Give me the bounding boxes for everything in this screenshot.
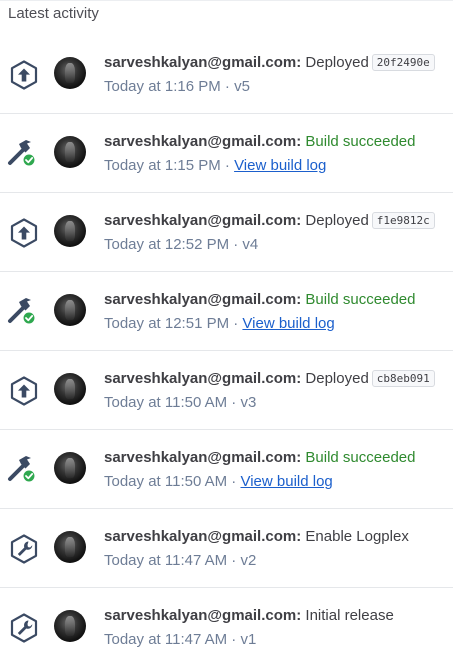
meta-separator: · xyxy=(227,631,241,648)
avatar xyxy=(54,57,86,89)
activity-summary: sarveshkalyan@gmail.com: Deployed f1e9812… xyxy=(104,212,435,229)
meta-separator: · xyxy=(229,315,243,332)
activity-summary: sarveshkalyan@gmail.com: Deployed 20f2490… xyxy=(104,54,435,71)
avatar xyxy=(54,452,86,484)
user-email: sarveshkalyan@gmail.com: xyxy=(104,607,302,624)
deploy-icon xyxy=(8,375,40,407)
activity-meta: Today at 1:15 PM · View build log xyxy=(104,157,326,174)
avatar xyxy=(54,610,86,642)
build-succeeded-icon xyxy=(6,452,38,484)
timestamp: Today at 11:50 AM xyxy=(104,394,228,411)
user-email: sarveshkalyan@gmail.com: xyxy=(104,212,302,229)
activity-meta: Today at 12:52 PM · v4 xyxy=(104,236,258,253)
user-email: sarveshkalyan@gmail.com: xyxy=(104,449,302,466)
avatar xyxy=(54,531,86,563)
activity-action: Deployed xyxy=(305,54,369,71)
timestamp: Today at 12:51 PM xyxy=(104,315,230,332)
release-version: v2 xyxy=(240,552,257,569)
activity-meta: Today at 11:47 AM · v1 xyxy=(104,631,256,648)
build-status: Build succeeded xyxy=(305,291,416,308)
activity-summary: sarveshkalyan@gmail.com: Deployed cb8eb09… xyxy=(104,370,435,387)
build-status: Build succeeded xyxy=(305,133,416,150)
user-email: sarveshkalyan@gmail.com: xyxy=(104,54,302,71)
activity-summary: sarveshkalyan@gmail.com: Build succeeded xyxy=(104,291,415,308)
meta-separator: · xyxy=(227,473,241,490)
activity-action: Deployed xyxy=(305,370,369,387)
top-divider xyxy=(0,0,453,1)
meta-separator: · xyxy=(220,78,235,95)
activity-meta: Today at 11:50 AM · View build log xyxy=(104,473,333,490)
deploy-icon xyxy=(8,217,40,249)
build-succeeded-icon xyxy=(6,136,38,168)
timestamp: Today at 1:15 PM xyxy=(104,157,221,174)
activity-item: sarveshkalyan@gmail.com: Build succeeded… xyxy=(0,430,453,509)
activity-meta: Today at 11:47 AM · v2 xyxy=(104,552,256,569)
activity-item: sarveshkalyan@gmail.com: Build succeeded… xyxy=(0,272,453,351)
activity-action: Deployed xyxy=(305,212,369,229)
activity-item: sarveshkalyan@gmail.com: Build succeeded… xyxy=(0,114,453,193)
timestamp: Today at 12:52 PM xyxy=(104,236,230,253)
release-version: v5 xyxy=(234,78,250,95)
commit-hash: 20f2490e xyxy=(371,54,435,71)
build-succeeded-icon xyxy=(6,294,38,326)
timestamp: Today at 11:47 AM xyxy=(104,631,228,648)
release-version: v3 xyxy=(240,394,257,411)
activity-meta: Today at 1:16 PM · v5 xyxy=(104,78,250,95)
wrench-icon xyxy=(8,533,40,565)
meta-separator: · xyxy=(229,236,243,253)
view-build-log-link[interactable]: View build log xyxy=(242,315,334,332)
activity-summary: sarveshkalyan@gmail.com: Build succeeded xyxy=(104,133,415,150)
user-email: sarveshkalyan@gmail.com: xyxy=(104,291,302,308)
meta-separator: · xyxy=(227,552,241,569)
avatar xyxy=(54,215,86,247)
commit-hash: f1e9812c xyxy=(371,212,435,229)
view-build-log-link[interactable]: View build log xyxy=(240,473,332,490)
avatar xyxy=(54,294,86,326)
meta-separator: · xyxy=(220,157,235,174)
activity-action: Initial release xyxy=(305,607,394,624)
commit-hash: cb8eb091 xyxy=(371,370,435,387)
activity-meta: Today at 11:50 AM · v3 xyxy=(104,394,256,411)
view-build-log-link[interactable]: View build log xyxy=(234,157,326,174)
wrench-icon xyxy=(8,612,40,644)
activity-item: sarveshkalyan@gmail.com: Enable Logplex T… xyxy=(0,509,453,588)
activity-item: sarveshkalyan@gmail.com: Deployed cb8eb09… xyxy=(0,351,453,430)
section-title: Latest activity xyxy=(8,5,99,22)
activity-item: sarveshkalyan@gmail.com: Deployed f1e9812… xyxy=(0,193,453,272)
user-email: sarveshkalyan@gmail.com: xyxy=(104,133,302,150)
activity-item: sarveshkalyan@gmail.com: Deployed 20f2490… xyxy=(0,35,453,114)
avatar xyxy=(54,136,86,168)
avatar xyxy=(54,373,86,405)
activity-summary: sarveshkalyan@gmail.com: Enable Logplex xyxy=(104,528,409,545)
meta-separator: · xyxy=(227,394,241,411)
timestamp: Today at 11:50 AM xyxy=(104,473,228,490)
activity-item: sarveshkalyan@gmail.com: Initial release… xyxy=(0,588,453,666)
activity-summary: sarveshkalyan@gmail.com: Build succeeded xyxy=(104,449,415,466)
build-status: Build succeeded xyxy=(305,449,416,466)
release-version: v1 xyxy=(240,631,257,648)
deploy-icon xyxy=(8,59,40,91)
user-email: sarveshkalyan@gmail.com: xyxy=(104,528,302,545)
timestamp: Today at 1:16 PM xyxy=(104,78,221,95)
activity-summary: sarveshkalyan@gmail.com: Initial release xyxy=(104,607,394,624)
timestamp: Today at 11:47 AM xyxy=(104,552,228,569)
user-email: sarveshkalyan@gmail.com: xyxy=(104,370,302,387)
activity-meta: Today at 12:51 PM · View build log xyxy=(104,315,335,332)
release-version: v4 xyxy=(242,236,259,253)
activity-action: Enable Logplex xyxy=(305,528,409,545)
